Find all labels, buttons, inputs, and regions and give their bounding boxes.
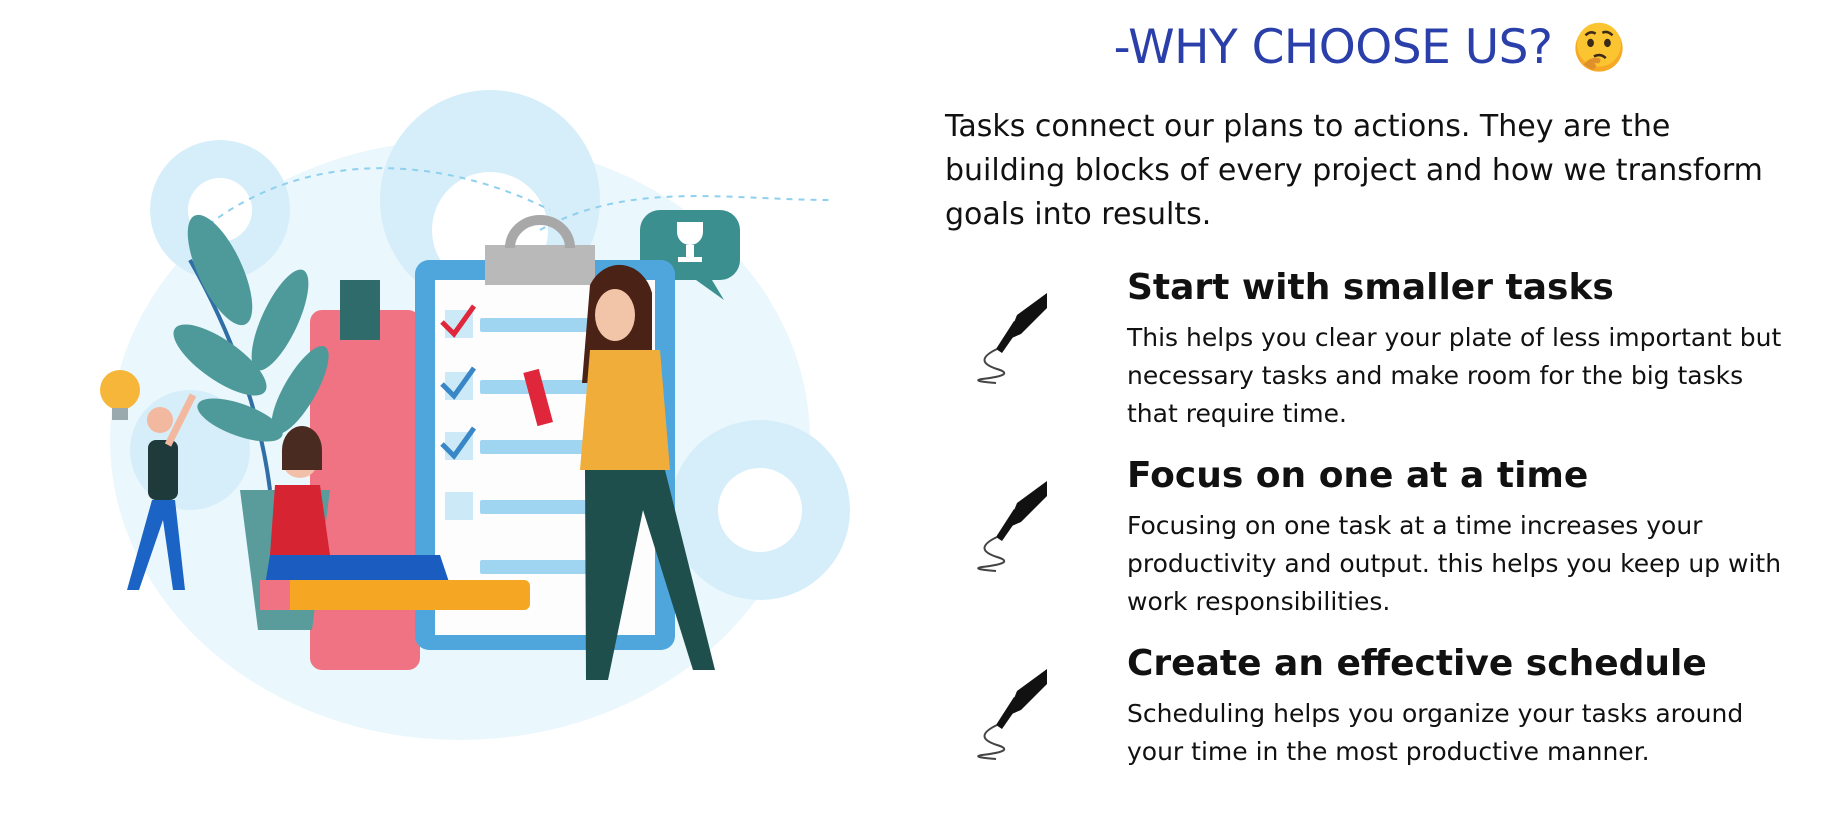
feature-item: Focus on one at a time Focusing on one t… bbox=[945, 453, 1795, 621]
section-heading: -WHY CHOOSE US? bbox=[945, 20, 1795, 75]
features-list: Start with smaller tasks This helps you … bbox=[945, 265, 1795, 779]
thinking-face-icon bbox=[1575, 22, 1624, 72]
feature-item: Start with smaller tasks This helps you … bbox=[945, 265, 1795, 433]
feature-title: Create an effective schedule bbox=[1127, 643, 1707, 684]
heading-text: -WHY CHOOSE US? bbox=[1113, 20, 1553, 75]
feature-description: Scheduling helps you organize your tasks… bbox=[1127, 699, 1744, 766]
intro-text: Tasks connect our plans to actions. They… bbox=[945, 109, 1763, 232]
quill-pen-icon bbox=[977, 293, 1047, 384]
feature-description: Focusing on one task at a time increases… bbox=[1127, 511, 1782, 616]
task-checklist-illustration bbox=[100, 90, 850, 740]
quill-pen-icon bbox=[977, 669, 1047, 760]
feature-item: Create an effective schedule Scheduling … bbox=[945, 641, 1795, 779]
why-choose-us-section: -WHY CHOOSE US? Tasks connect our plans … bbox=[945, 20, 1795, 799]
quill-pen-icon bbox=[977, 481, 1047, 572]
feature-title: Start with smaller tasks bbox=[1127, 267, 1614, 308]
feature-description: This helps you clear your plate of less … bbox=[1127, 323, 1782, 428]
feature-title: Focus on one at a time bbox=[1127, 455, 1589, 496]
